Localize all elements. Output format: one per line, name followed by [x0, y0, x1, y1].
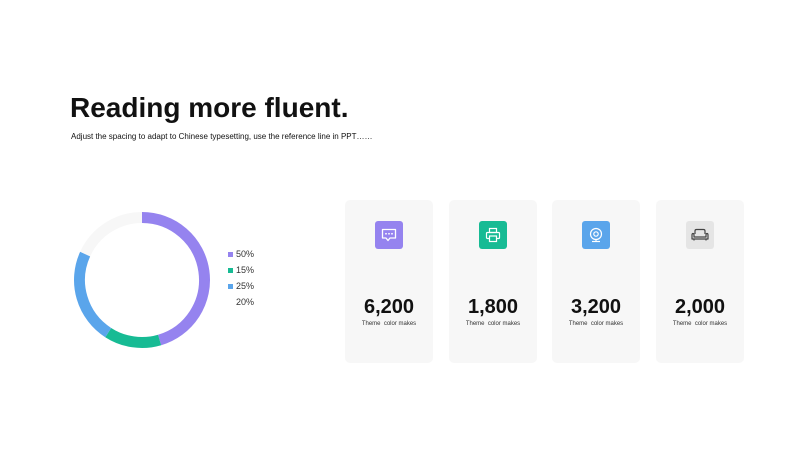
legend-swatch — [228, 251, 233, 257]
stat-caption: Theme color makes — [672, 321, 728, 327]
stat-card: 6,200 Theme color makes — [345, 200, 433, 363]
stat-value: 6,200 — [363, 296, 415, 318]
legend-item: 50% — [228, 246, 254, 262]
stat-value: 1,800 — [467, 296, 519, 318]
sofa-icon — [686, 221, 714, 249]
legend-item: 15% — [228, 262, 254, 278]
legend-label: 25% — [236, 281, 255, 291]
legend-swatch — [228, 283, 233, 289]
donut-legend: 50% 15% 25% 20% — [228, 246, 254, 310]
donut-segment-2 — [105, 327, 162, 348]
donut-segment-4 — [80, 212, 143, 257]
legend-label: 50% — [236, 249, 255, 259]
legend-swatch — [228, 267, 233, 273]
legend-item: 25% — [228, 278, 254, 294]
page-title: Reading more fluent. — [70, 92, 349, 123]
printer-icon — [479, 221, 507, 249]
chat-bubble-icon — [375, 221, 403, 249]
stat-card: 1,800 Theme color makes — [449, 200, 537, 363]
stat-caption: Theme color makes — [361, 321, 417, 327]
stat-card: 2,000 Theme color makes — [656, 200, 744, 363]
legend-label: 15% — [236, 265, 255, 275]
webcam-icon — [582, 221, 610, 249]
stat-caption: Theme color makes — [465, 321, 521, 327]
stat-card: 3,200 Theme color makes — [552, 200, 640, 363]
legend-item: 20% — [228, 294, 254, 310]
page-subtitle: Adjust the spacing to adapt to Chinese t… — [71, 132, 373, 141]
legend-swatch — [228, 300, 233, 305]
stat-value: 2,000 — [674, 296, 726, 318]
donut-segment-3 — [74, 251, 112, 338]
donut-chart — [74, 212, 210, 348]
stat-caption: Theme color makes — [568, 321, 624, 327]
stat-value: 3,200 — [570, 296, 622, 318]
donut-segment-1 — [141, 212, 210, 346]
legend-label: 20% — [236, 297, 255, 307]
